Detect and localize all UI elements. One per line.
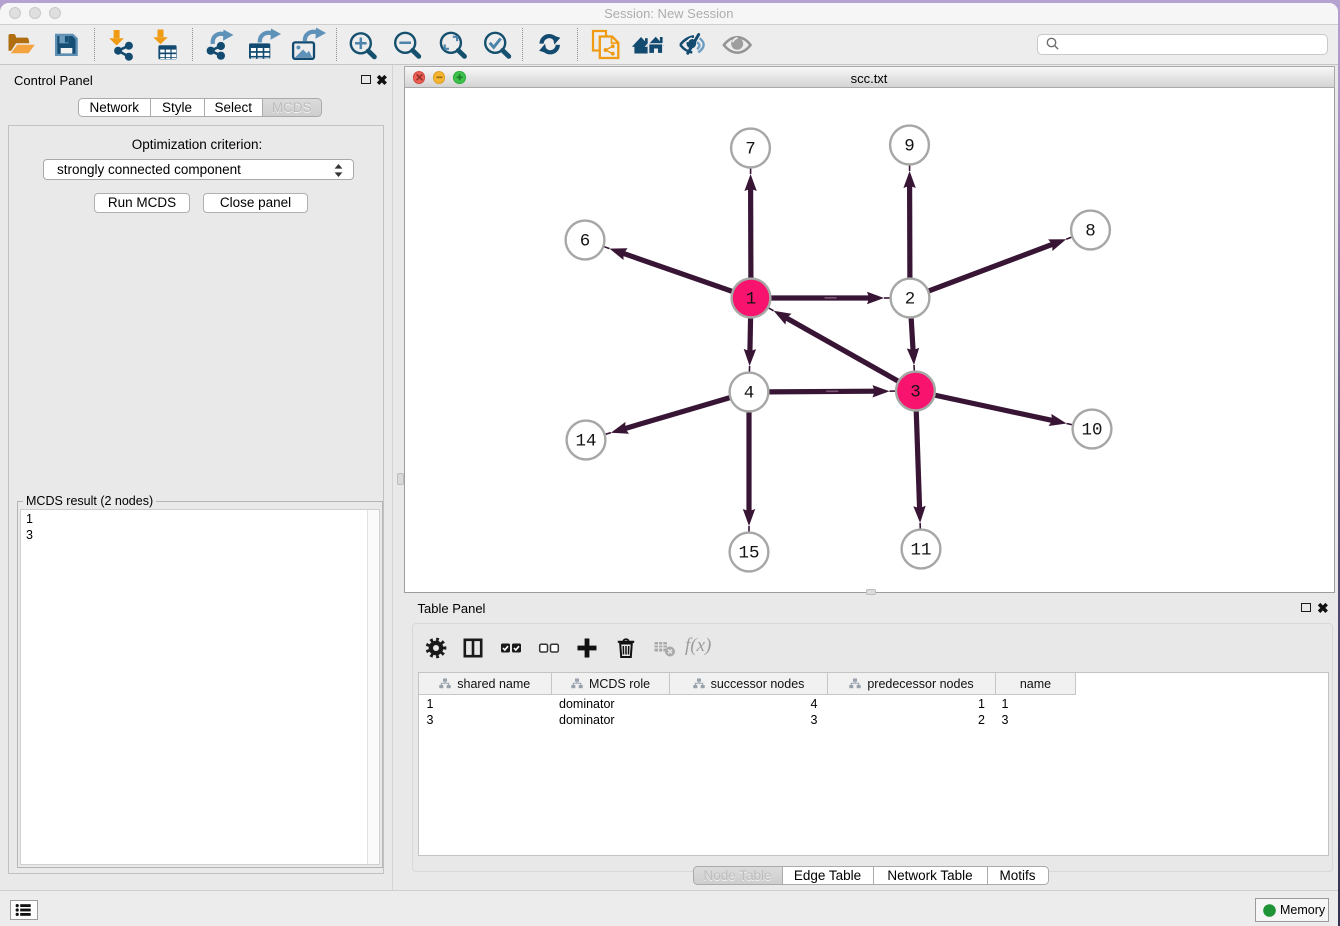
svg-text:4: 4 bbox=[744, 383, 755, 403]
svg-text:9: 9 bbox=[904, 136, 915, 156]
svg-text:2: 2 bbox=[905, 289, 916, 309]
svg-text:11: 11 bbox=[910, 540, 931, 560]
svg-text:3: 3 bbox=[910, 382, 921, 402]
svg-text:10: 10 bbox=[1081, 420, 1102, 440]
svg-text:15: 15 bbox=[738, 543, 759, 563]
svg-text:1: 1 bbox=[746, 289, 757, 309]
svg-text:7: 7 bbox=[745, 139, 756, 159]
svg-text:6: 6 bbox=[580, 231, 591, 251]
svg-text:8: 8 bbox=[1085, 221, 1096, 241]
svg-text:14: 14 bbox=[575, 431, 596, 451]
